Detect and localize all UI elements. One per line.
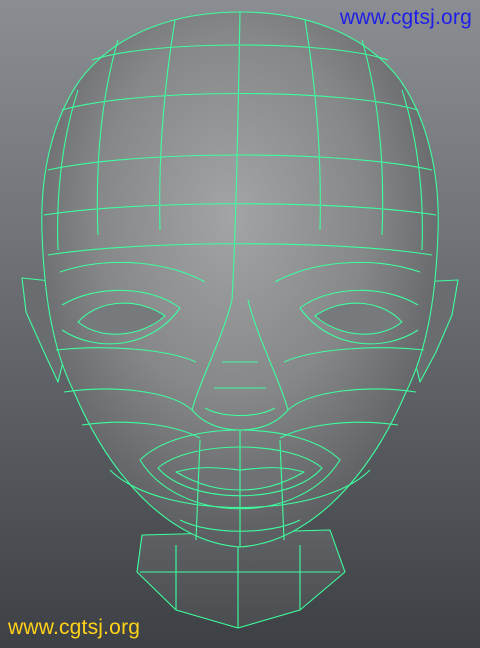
watermark-bottom-left: www.cgtsj.org xyxy=(8,616,141,639)
head-model-wireframe[interactable] xyxy=(0,0,480,648)
watermark-top-right: www.cgtsj.org xyxy=(339,6,472,29)
3d-viewport[interactable]: www.cgtsj.org www.cgtsj.org xyxy=(0,0,480,648)
